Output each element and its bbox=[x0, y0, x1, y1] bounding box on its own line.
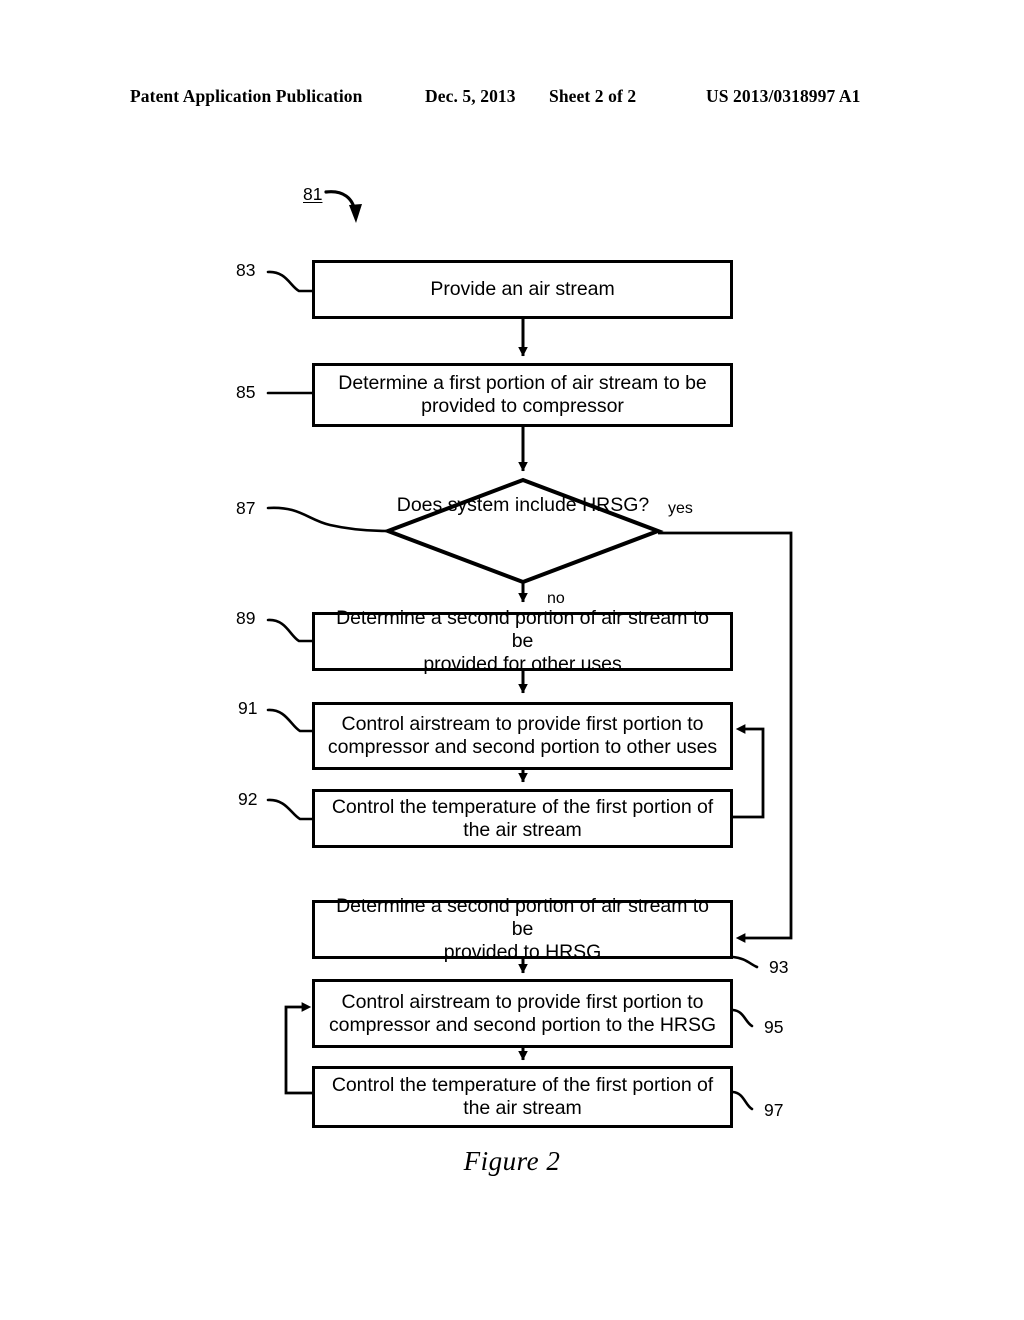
refnum-97: 97 bbox=[764, 1100, 784, 1120]
leader-line-93 bbox=[731, 955, 759, 969]
process-box-95-line-1: Control airstream to provide first porti… bbox=[341, 990, 704, 1013]
process-box-85-line-2: provided to compressor bbox=[421, 395, 624, 417]
branch-label-yes: yes bbox=[668, 500, 693, 517]
refnum-93: 93 bbox=[769, 957, 789, 977]
decision-text-87-line-3: HRSG? bbox=[582, 494, 650, 516]
leader-line-89 bbox=[266, 618, 314, 643]
refnum-85: 85 bbox=[236, 382, 256, 402]
leader-line-87 bbox=[266, 506, 390, 533]
process-box-89-line-1: Determine a second portion of air stream… bbox=[336, 607, 709, 652]
refnum-87: 87 bbox=[236, 498, 256, 518]
process-box-97: Control the temperature of the first por… bbox=[312, 1066, 733, 1128]
decision-text-87: Does system include HRSG? bbox=[388, 493, 658, 518]
process-box-85-line-1: Determine a first portion of air stream … bbox=[338, 372, 707, 394]
feedback-loop-92-to-91 bbox=[733, 724, 765, 819]
refnum-91: 91 bbox=[238, 698, 258, 718]
process-box-92-line-1: Control the temperature of the first por… bbox=[331, 795, 714, 818]
process-box-85: Determine a first portion of air stream … bbox=[312, 363, 733, 427]
leader-line-83 bbox=[266, 270, 314, 293]
patent-figure-2: 81 83 85 87 89 91 92 93 95 97 yes no Pro… bbox=[0, 0, 1024, 1320]
refnum-89: 89 bbox=[236, 608, 256, 628]
feedback-loop-97-to-95 bbox=[284, 1002, 312, 1095]
process-box-91-line-1: Control airstream to provide first porti… bbox=[341, 713, 704, 735]
refnum-92: 92 bbox=[238, 789, 258, 809]
process-box-91-line-2: compressor and second portion to other u… bbox=[327, 736, 718, 758]
diagram-pointer-arrow bbox=[324, 190, 362, 223]
process-box-93-line-1: Determine a second portion of air stream… bbox=[336, 895, 709, 940]
leader-line-91 bbox=[266, 708, 314, 733]
process-box-95-line-2: compressor and second portion to the HRS… bbox=[328, 1013, 717, 1036]
figure-caption: Figure 2 bbox=[463, 1146, 561, 1176]
branch-label-no: no bbox=[547, 590, 565, 607]
leader-line-92 bbox=[266, 798, 314, 821]
process-box-93-line-2: provided to HRSG bbox=[443, 941, 602, 963]
leader-line-97 bbox=[731, 1090, 754, 1111]
process-box-89-line-2: provided for other uses bbox=[423, 653, 622, 675]
refnum-83: 83 bbox=[236, 260, 256, 280]
process-box-83-line-1: Provide an air stream bbox=[430, 278, 615, 300]
process-box-93: Determine a second portion of air stream… bbox=[312, 895, 733, 963]
decision-text-87-line-1: Does system bbox=[396, 494, 510, 516]
refnum-95: 95 bbox=[764, 1017, 784, 1037]
process-box-97-line-2: the air stream bbox=[463, 1097, 582, 1119]
process-box-97-line-1: Control the temperature of the first por… bbox=[331, 1074, 714, 1096]
decision-text-87-line-2: include bbox=[514, 494, 577, 516]
refnum-81: 81 bbox=[303, 184, 323, 204]
leader-line-95 bbox=[731, 1008, 754, 1028]
process-box-83: Provide an air stream bbox=[312, 260, 733, 319]
process-box-92: Control the temperature of the first por… bbox=[312, 789, 733, 848]
process-box-91: Control airstream to provide first porti… bbox=[312, 702, 733, 770]
process-box-92-line-2: the air stream bbox=[463, 818, 582, 841]
process-box-89: Determine a second portion of air stream… bbox=[312, 607, 733, 675]
process-box-95: Control airstream to provide first porti… bbox=[312, 979, 733, 1048]
